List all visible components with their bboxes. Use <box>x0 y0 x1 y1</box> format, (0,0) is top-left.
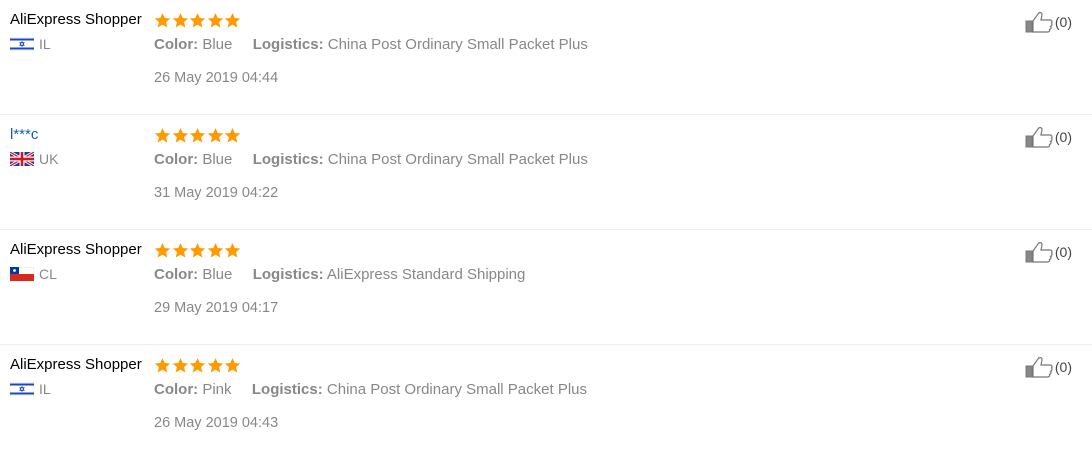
country-code: IL <box>39 36 51 52</box>
logistics-label: Logistics: <box>252 36 324 53</box>
star-rating <box>154 10 974 30</box>
review-date: 26 May 2019 04:43 <box>154 415 279 431</box>
reviewer-country: IL <box>10 380 150 398</box>
logistics-value: China Post Ordinary Small Packet Plus <box>326 381 587 398</box>
helpful-button[interactable]: (0) <box>1025 125 1072 149</box>
thumbs-up-icon[interactable] <box>1025 125 1053 149</box>
color-value: Blue <box>202 266 233 283</box>
review-date: 31 May 2019 04:22 <box>154 185 279 201</box>
review-item: AliExpress Shopper IL Color: Pink Logist <box>0 345 1092 460</box>
country-code: CL <box>39 266 57 282</box>
order-attributes: Color: Pink Logistics: China Post Ordina… <box>154 380 974 400</box>
helpful-count: (0) <box>1054 244 1072 260</box>
israel-flag-icon <box>10 382 34 396</box>
review-item: AliExpress Shopper CL Color: Blue Logist <box>0 230 1092 345</box>
star-icon <box>207 12 224 29</box>
reviewer-info: AliExpress Shopper IL <box>10 355 150 398</box>
helpful-count: (0) <box>1054 359 1072 375</box>
reviewer-country: CL <box>10 265 150 283</box>
country-code: UK <box>39 151 59 167</box>
star-icon <box>172 12 189 29</box>
star-rating <box>154 240 974 260</box>
color-label: Color: <box>154 151 199 168</box>
thumbs-up-icon[interactable] <box>1025 10 1053 34</box>
logistics-value: AliExpress Standard Shipping <box>326 266 526 283</box>
color-value: Blue <box>202 36 233 53</box>
country-code: IL <box>39 381 51 397</box>
logistics-label: Logistics: <box>252 151 324 168</box>
reviewer-country: IL <box>10 35 150 53</box>
israel-flag-icon <box>10 37 34 51</box>
review-body: Color: Blue Logistics: China Post Ordina… <box>154 10 974 88</box>
star-icon <box>189 357 206 374</box>
star-icon <box>207 242 224 259</box>
review-body: Color: Blue Logistics: AliExpress Standa… <box>154 240 974 318</box>
reviewer-info: l***c UK <box>10 125 150 168</box>
star-icon <box>189 242 206 259</box>
star-icon <box>224 127 241 144</box>
logistics-value: China Post Ordinary Small Packet Plus <box>327 36 588 53</box>
star-icon <box>224 12 241 29</box>
reviewer-name: AliExpress Shopper <box>10 356 142 373</box>
order-attributes: Color: Blue Logistics: China Post Ordina… <box>154 35 974 55</box>
logistics-label: Logistics: <box>252 266 324 283</box>
color-value: Pink <box>202 381 232 398</box>
star-icon <box>207 127 224 144</box>
reviewer-name: AliExpress Shopper <box>10 241 142 258</box>
reviewer-info: AliExpress Shopper CL <box>10 240 150 283</box>
star-icon <box>189 12 206 29</box>
star-icon <box>172 127 189 144</box>
review-body: Color: Pink Logistics: China Post Ordina… <box>154 355 974 433</box>
review-item: l***c UK Color: Blue Logistics: China Po… <box>0 115 1092 230</box>
logistics-value: China Post Ordinary Small Packet Plus <box>327 151 588 168</box>
reviewer-name-link[interactable]: l***c <box>10 125 150 145</box>
star-icon <box>172 357 189 374</box>
star-icon <box>207 357 224 374</box>
reviewer-name: AliExpress Shopper <box>10 11 142 28</box>
helpful-button[interactable]: (0) <box>1025 240 1072 264</box>
chile-flag-icon <box>10 267 34 281</box>
star-rating <box>154 125 974 145</box>
color-label: Color: <box>154 36 199 53</box>
review-body: Color: Blue Logistics: China Post Ordina… <box>154 125 974 203</box>
star-icon <box>189 127 206 144</box>
helpful-button[interactable]: (0) <box>1025 10 1072 34</box>
star-icon <box>154 242 171 259</box>
helpful-count: (0) <box>1054 129 1072 145</box>
order-attributes: Color: Blue Logistics: China Post Ordina… <box>154 150 974 170</box>
star-icon <box>224 242 241 259</box>
star-icon <box>154 127 171 144</box>
thumbs-up-icon[interactable] <box>1025 355 1053 379</box>
feedback-list: AliExpress Shopper IL Color: Blue Logist <box>0 0 1092 460</box>
color-value: Blue <box>202 151 233 168</box>
color-label: Color: <box>154 381 199 398</box>
review-date: 29 May 2019 04:17 <box>154 300 279 316</box>
review-item: AliExpress Shopper IL Color: Blue Logist <box>0 0 1092 115</box>
helpful-button[interactable]: (0) <box>1025 355 1072 379</box>
uk-flag-icon <box>10 152 34 166</box>
star-rating <box>154 355 974 375</box>
thumbs-up-icon[interactable] <box>1025 240 1053 264</box>
color-label: Color: <box>154 266 199 283</box>
order-attributes: Color: Blue Logistics: AliExpress Standa… <box>154 265 974 285</box>
star-icon <box>224 357 241 374</box>
star-icon <box>154 357 171 374</box>
review-date: 26 May 2019 04:44 <box>154 70 279 86</box>
logistics-label: Logistics: <box>251 381 323 398</box>
reviewer-country: UK <box>10 150 150 168</box>
star-icon <box>154 12 171 29</box>
helpful-count: (0) <box>1054 14 1072 30</box>
star-icon <box>172 242 189 259</box>
reviewer-info: AliExpress Shopper IL <box>10 10 150 53</box>
